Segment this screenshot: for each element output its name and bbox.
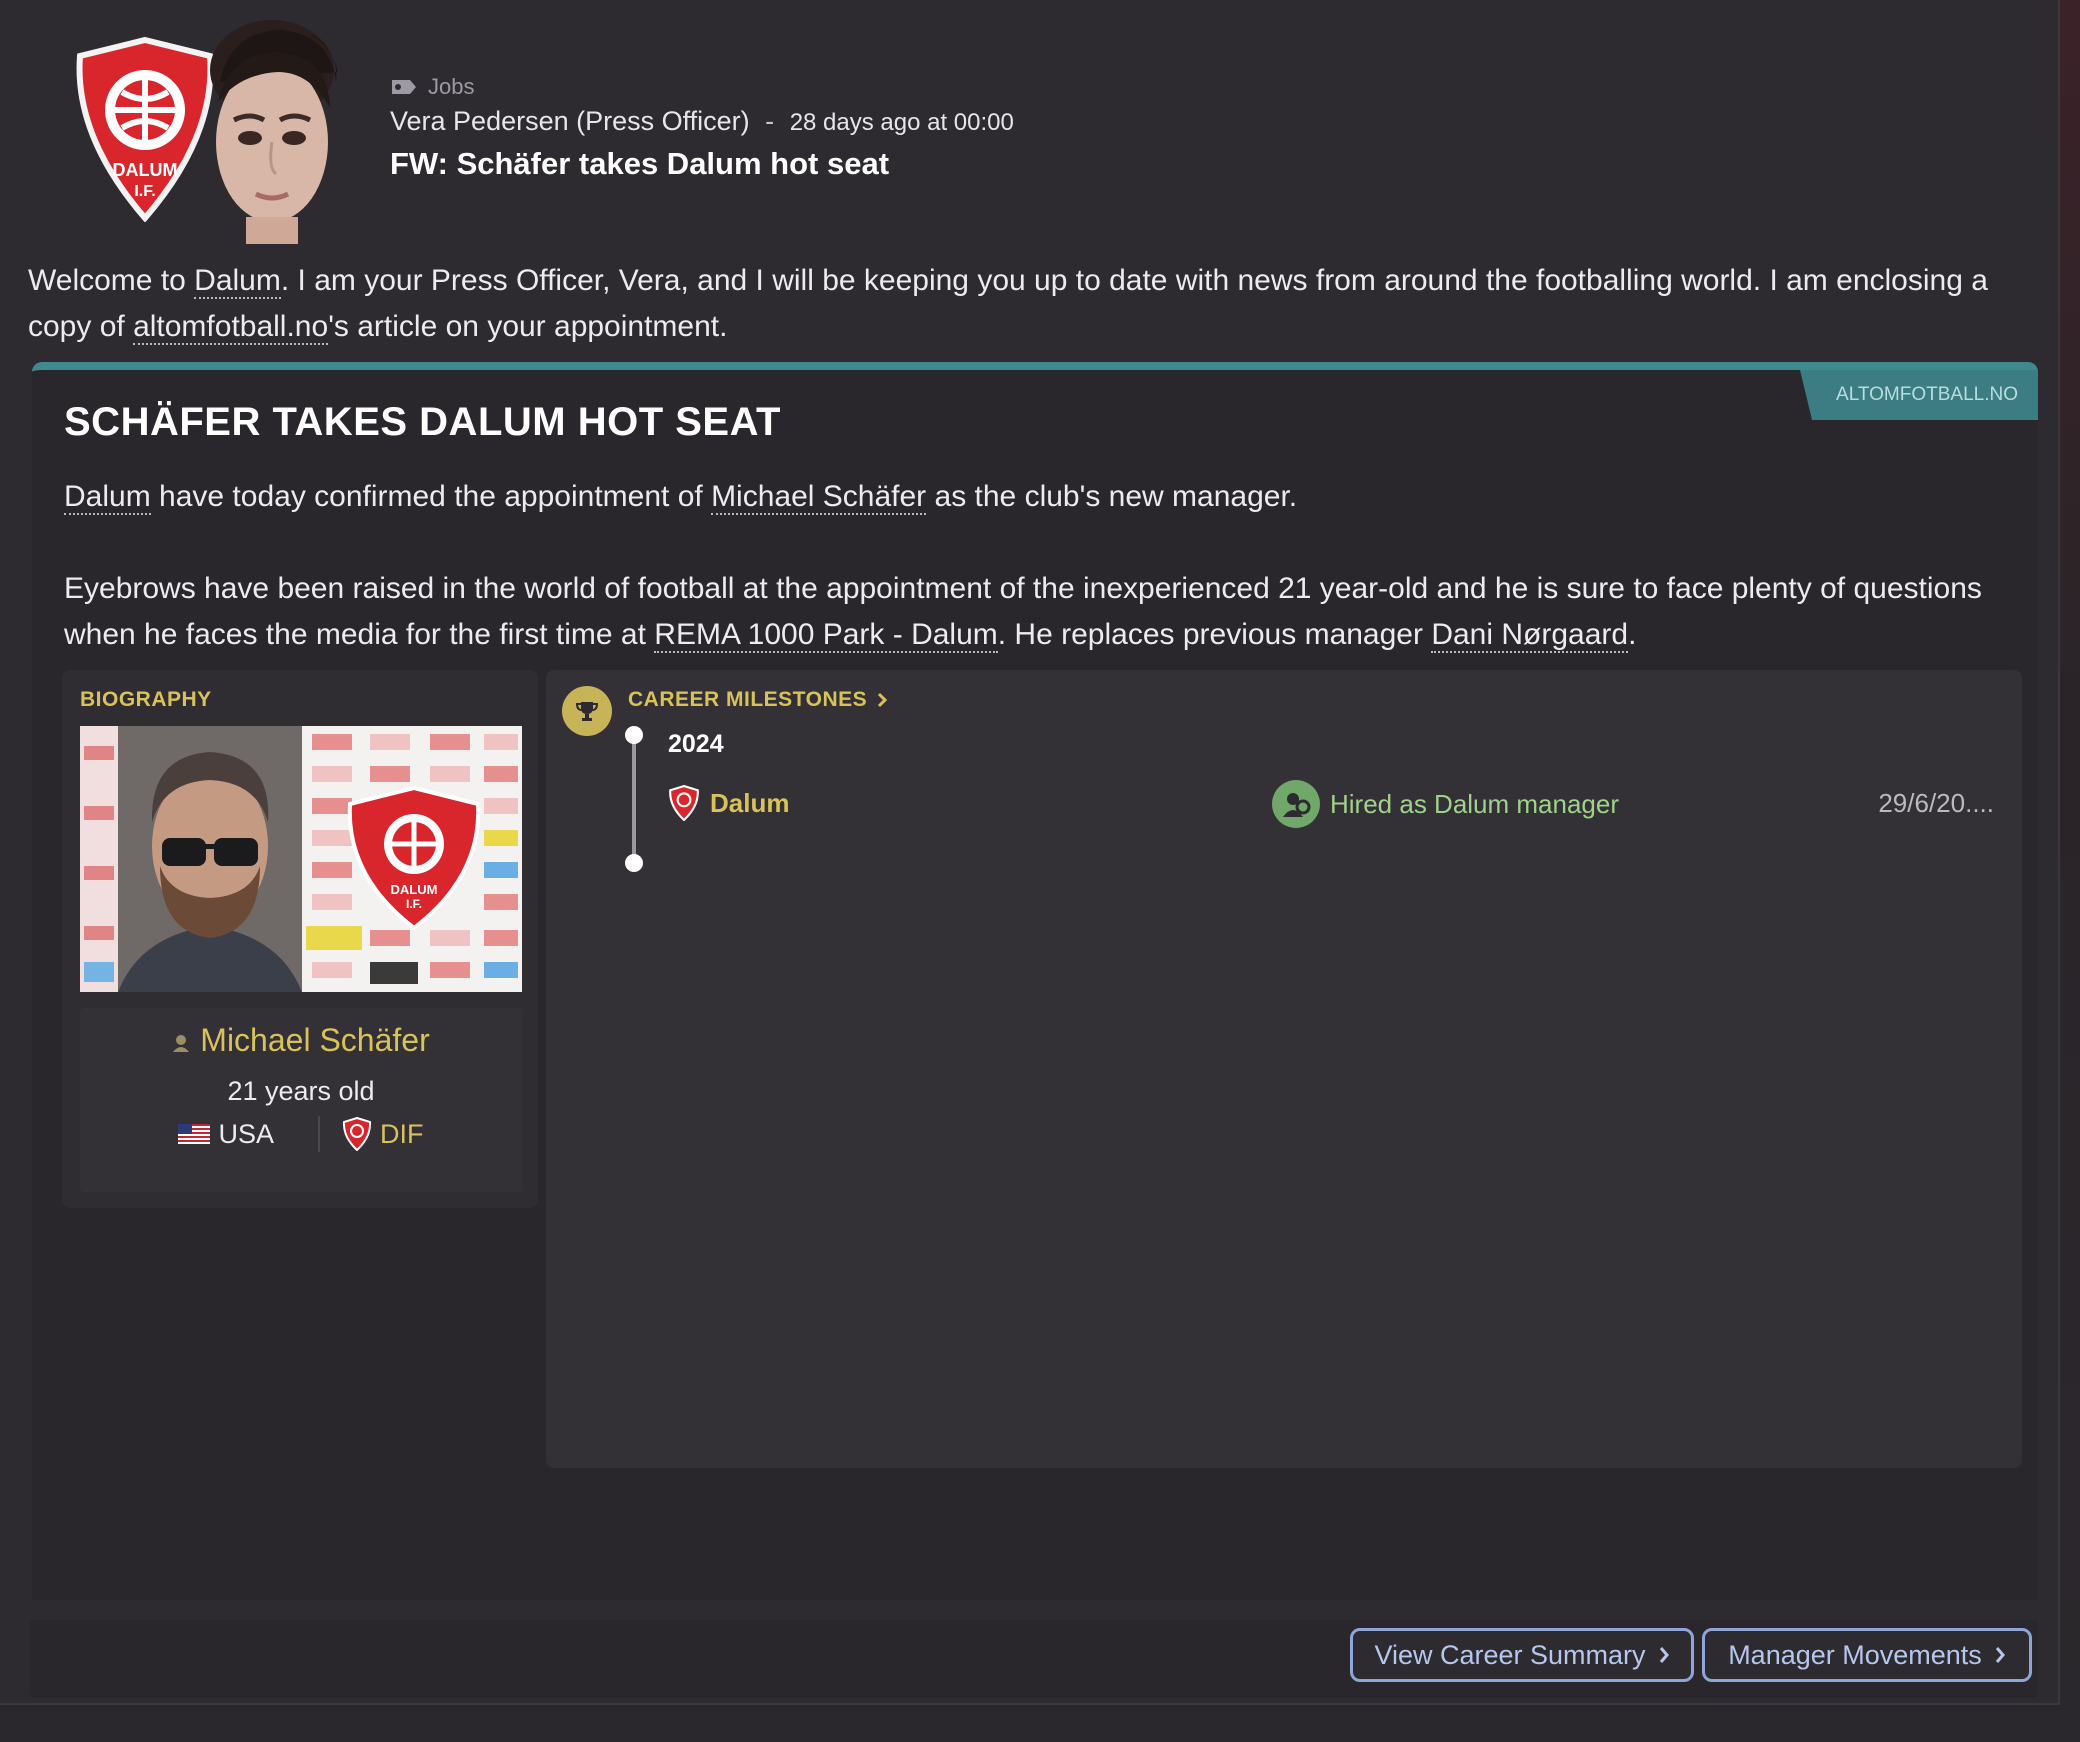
timeline-dot — [625, 854, 643, 872]
milestone-event: Hired as Dalum manager — [1272, 780, 1619, 828]
chevron-right-icon — [1995, 1647, 2005, 1663]
message-window: DALUM I.F. Jobs Vera Pedersen (Press Off… — [0, 0, 2060, 1705]
svg-text:I.F.: I.F. — [134, 183, 155, 200]
manager-meta: USA DIF — [80, 1116, 522, 1152]
club[interactable]: DIF — [320, 1116, 424, 1152]
club-link[interactable]: Dalum — [194, 264, 281, 299]
manager-photo[interactable]: DALUM I.F. — [80, 726, 522, 992]
paragraph-text: . He replaces previous manager — [997, 618, 1432, 651]
intro-text-part: Welcome to — [28, 264, 195, 297]
paragraph-text: have today confirmed the appointment of — [150, 480, 712, 513]
person-icon — [173, 1034, 190, 1052]
manager-age: 21 years old — [227, 1076, 375, 1106]
svg-text:DALUM: DALUM — [391, 882, 438, 897]
manager-name[interactable]: Michael Schäfer — [200, 1022, 429, 1058]
article-paragraph: Eyebrows have been raised in the world o… — [64, 566, 1994, 658]
message-subject: FW: Schäfer takes Dalum hot seat — [390, 146, 890, 181]
milestone-club[interactable]: Dalum — [668, 785, 789, 821]
milestone-event-label: Hired as Dalum manager — [1330, 788, 1620, 819]
career-milestones-title: CAREER MILESTONES — [628, 688, 868, 711]
article-paragraph: Dalum have today confirmed the appointme… — [64, 474, 1994, 520]
article-headline: SCHÄFER TAKES DALUM HOT SEAT — [64, 400, 781, 444]
view-career-summary-button[interactable]: View Career Summary — [1350, 1628, 1694, 1682]
press-officer-avatar — [210, 20, 338, 244]
stadium-link[interactable]: REMA 1000 Park - Dalum — [654, 618, 998, 653]
manager-link[interactable]: Michael Schäfer — [711, 480, 927, 515]
button-label: Manager Movements — [1728, 1639, 1982, 1670]
manager-name-row[interactable]: Michael Schäfer — [80, 1022, 522, 1059]
message-time: 28 days ago at 00:00 — [789, 109, 1014, 136]
biography-info: Michael Schäfer 21 years old USA DIF — [80, 1008, 522, 1192]
message-category: Jobs — [390, 74, 474, 100]
news-article: ALTOMFOTBALL.NO SCHÄFER TAKES DALUM HOT … — [32, 362, 2038, 1600]
club-link[interactable]: Dalum — [64, 480, 151, 515]
paragraph-text: as the club's new manager. — [926, 480, 1298, 513]
biography-card: BIOGRAPHY DALUM I.F. Michael Schäfer 21 … — [62, 670, 538, 1208]
previous-manager-link[interactable]: Dani Nørgaard — [1431, 618, 1629, 653]
biography-title: BIOGRAPHY — [80, 688, 212, 711]
svg-text:DALUM: DALUM — [113, 160, 178, 180]
club-abbr: DIF — [380, 1118, 424, 1149]
intro-text: Welcome to Dalum. I am your Press Office… — [28, 258, 2048, 350]
milestone-date: 29/6/20.... — [1878, 788, 1994, 818]
usa-flag-icon — [178, 1124, 211, 1144]
sender-line: Vera Pedersen (Press Officer) - 28 days … — [390, 106, 1014, 137]
timeline-dot — [625, 726, 643, 744]
hired-icon — [1272, 780, 1320, 828]
nationality[interactable]: USA — [178, 1116, 321, 1152]
source-link[interactable]: altomfotball.no — [133, 310, 329, 345]
tag-icon — [392, 80, 416, 94]
career-milestones-link[interactable]: CAREER MILESTONES — [628, 688, 888, 712]
milestone-year: 2024 — [668, 730, 724, 758]
club-crest-icon — [669, 785, 699, 821]
chevron-right-icon — [1659, 1647, 1669, 1663]
manager-movements-button[interactable]: Manager Movements — [1702, 1628, 2032, 1682]
chevron-right-icon — [877, 693, 887, 708]
trophy-icon — [562, 686, 612, 736]
article-source-tag: ALTOMFOTBALL.NO — [1800, 370, 2038, 420]
nationality-label: USA — [218, 1118, 275, 1149]
category-label: Jobs — [428, 74, 475, 99]
intro-text-part: 's article on your appointment. — [328, 310, 728, 343]
sender-name[interactable]: Vera Pedersen (Press Officer) — [390, 106, 750, 136]
button-label: View Career Summary — [1374, 1639, 1646, 1670]
milestone-club-name: Dalum — [710, 787, 790, 818]
sender-separator: - — [765, 106, 775, 136]
window-edge — [2060, 0, 2080, 1742]
club-crest-icon — [343, 1117, 372, 1151]
window-bottom-edge — [0, 1705, 2080, 1742]
timeline-line — [632, 734, 636, 862]
career-milestones-panel: CAREER MILESTONES 2024 Dalum Hired as Da… — [546, 670, 2022, 1468]
paragraph-text: . — [1628, 618, 1637, 651]
svg-text:I.F.: I.F. — [406, 897, 422, 911]
